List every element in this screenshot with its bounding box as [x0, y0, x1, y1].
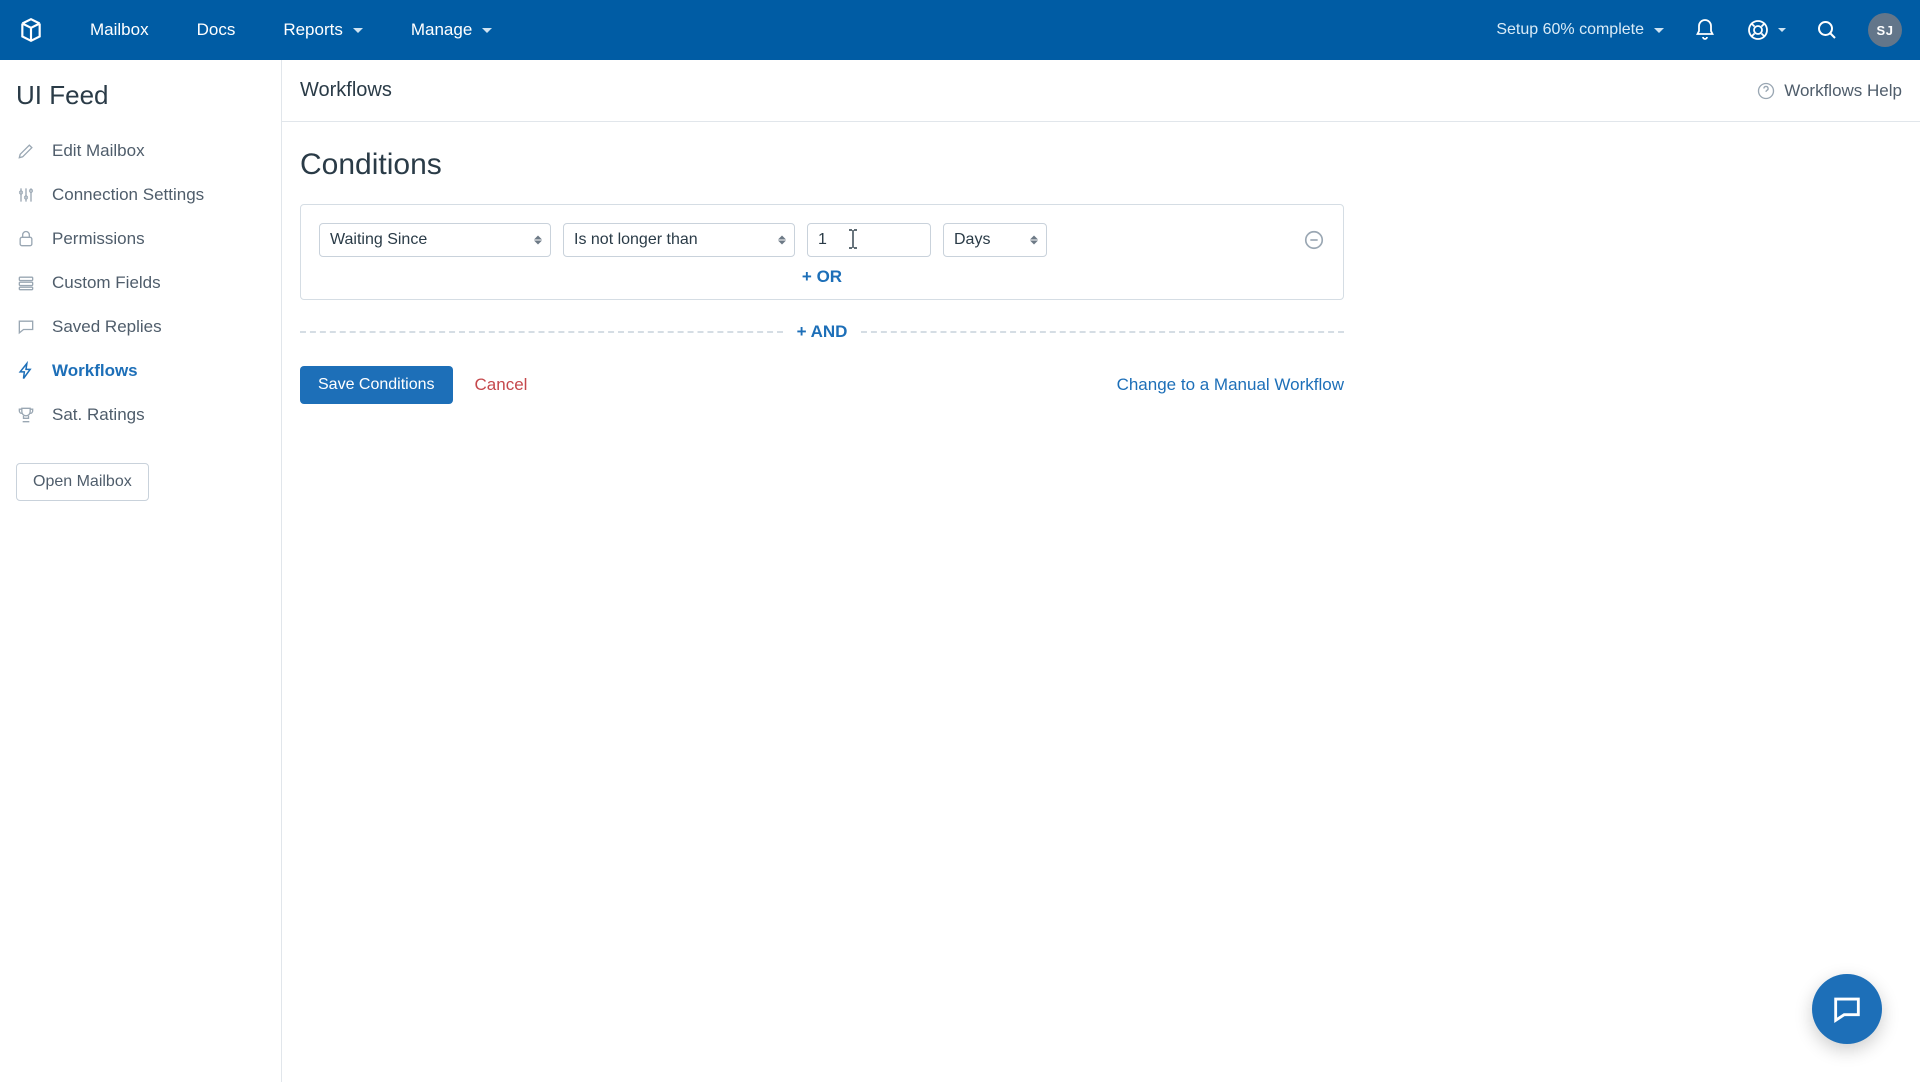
and-row: + AND: [300, 322, 1344, 342]
select-value: Is not longer than: [574, 231, 698, 249]
search-icon[interactable]: [1814, 17, 1840, 43]
sliders-icon: [16, 185, 36, 205]
condition-unit-select[interactable]: Days: [943, 223, 1047, 257]
select-arrows-icon: [1030, 236, 1038, 245]
remove-condition-button[interactable]: [1303, 229, 1325, 251]
sidebar-title: UI Feed: [0, 80, 281, 129]
sidebar-item-sat-ratings[interactable]: Sat. Ratings: [0, 393, 281, 437]
sidebar-item-workflows[interactable]: Workflows: [0, 349, 281, 393]
condition-operator-select[interactable]: Is not longer than: [563, 223, 795, 257]
sidebar-item-saved-replies[interactable]: Saved Replies: [0, 305, 281, 349]
condition-field-select[interactable]: Waiting Since: [319, 223, 551, 257]
minus-circle-icon: [1303, 229, 1325, 251]
actions-row: Save Conditions Cancel Change to a Manua…: [300, 366, 1344, 404]
nav-mailbox[interactable]: Mailbox: [70, 0, 169, 60]
chat-bubble-icon: [1830, 992, 1864, 1026]
select-arrows-icon: [534, 236, 542, 245]
cancel-link[interactable]: Cancel: [475, 375, 528, 395]
page-title: Workflows: [300, 79, 392, 102]
bolt-icon: [16, 361, 36, 381]
help-fab-button[interactable]: [1812, 974, 1882, 1044]
sidebar-item-label: Connection Settings: [52, 185, 204, 205]
select-value: Waiting Since: [330, 231, 427, 249]
condition-row: Waiting Since Is not longer than Days: [319, 223, 1325, 257]
sidebar-item-custom-fields[interactable]: Custom Fields: [0, 261, 281, 305]
sidebar-item-connection-settings[interactable]: Connection Settings: [0, 173, 281, 217]
main: Workflows Workflows Help Conditions Wait…: [282, 60, 1920, 1082]
sidebar-item-label: Workflows: [52, 361, 138, 381]
nav-docs[interactable]: Docs: [177, 0, 256, 60]
content: Conditions Waiting Since Is not longer t…: [282, 122, 1920, 430]
sidebar-item-label: Permissions: [52, 229, 145, 249]
sidebar-item-permissions[interactable]: Permissions: [0, 217, 281, 261]
dash-right: [861, 331, 1344, 333]
nav-reports[interactable]: Reports: [263, 0, 383, 60]
save-conditions-button[interactable]: Save Conditions: [300, 366, 453, 404]
user-avatar[interactable]: SJ: [1868, 13, 1902, 47]
list-icon: [16, 273, 36, 293]
top-nav-left: Mailbox Docs Reports Manage: [18, 0, 512, 60]
sidebar: UI Feed Edit Mailbox Connection Settings…: [0, 60, 282, 1082]
help-link-label: Workflows Help: [1784, 81, 1902, 101]
condition-value-input[interactable]: [807, 223, 931, 257]
value-input-wrap: [807, 223, 931, 257]
condition-group: Waiting Since Is not longer than Days: [300, 204, 1344, 300]
change-to-manual-link[interactable]: Change to a Manual Workflow: [1117, 375, 1344, 395]
main-header: Workflows Workflows Help: [282, 60, 1920, 122]
notifications-icon[interactable]: [1692, 17, 1718, 43]
lock-icon: [16, 229, 36, 249]
sidebar-item-label: Saved Replies: [52, 317, 162, 337]
chat-icon: [16, 317, 36, 337]
shell: UI Feed Edit Mailbox Connection Settings…: [0, 60, 1920, 1082]
pencil-icon: [16, 141, 36, 161]
help-buoy-icon[interactable]: [1746, 18, 1786, 42]
select-arrows-icon: [778, 236, 786, 245]
dash-left: [300, 331, 783, 333]
sidebar-item-label: Edit Mailbox: [52, 141, 145, 161]
top-nav-right: Setup 60% complete SJ: [1496, 13, 1902, 47]
section-title: Conditions: [300, 148, 1902, 182]
app-logo-icon[interactable]: [18, 17, 44, 43]
text-cursor-icon: [847, 227, 859, 251]
open-mailbox-button[interactable]: Open Mailbox: [16, 463, 149, 501]
sidebar-item-label: Sat. Ratings: [52, 405, 145, 425]
sidebar-item-label: Custom Fields: [52, 273, 161, 293]
help-circle-icon: [1756, 81, 1776, 101]
sidebar-item-edit-mailbox[interactable]: Edit Mailbox: [0, 129, 281, 173]
nav-manage[interactable]: Manage: [391, 0, 512, 60]
add-or-condition-link[interactable]: + OR: [319, 267, 1325, 287]
top-nav: Mailbox Docs Reports Manage Setup 60% co…: [0, 0, 1920, 60]
setup-progress-link[interactable]: Setup 60% complete: [1496, 21, 1664, 39]
trophy-icon: [16, 405, 36, 425]
select-value: Days: [954, 231, 990, 249]
add-and-condition-link[interactable]: + AND: [783, 322, 862, 342]
workflows-help-link[interactable]: Workflows Help: [1756, 81, 1902, 101]
